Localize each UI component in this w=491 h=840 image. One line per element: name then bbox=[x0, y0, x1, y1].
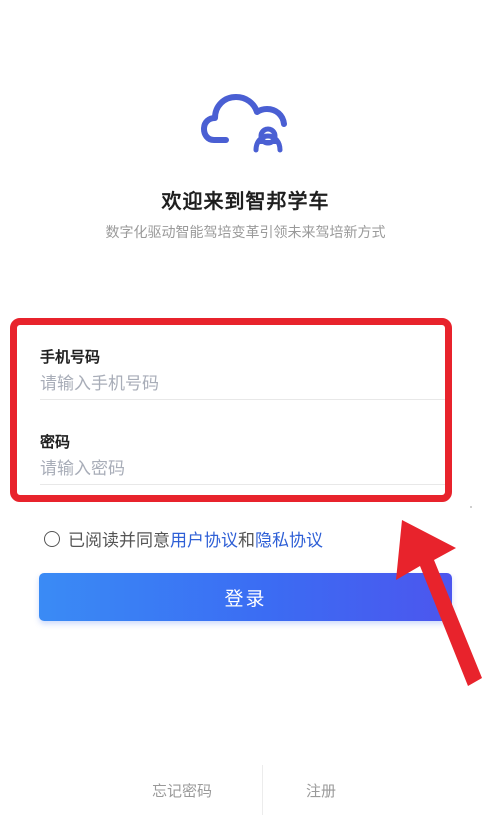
privacy-policy-link[interactable]: 隐私协议 bbox=[255, 526, 323, 551]
register-link[interactable]: 注册 bbox=[306, 780, 336, 801]
page-title: 欢迎来到智邦学车 bbox=[161, 189, 330, 213]
red-highlight-box bbox=[10, 318, 452, 502]
forgot-password-link[interactable]: 忘记密码 bbox=[152, 780, 212, 801]
red-arrow-annotation bbox=[396, 520, 482, 686]
footer-divider bbox=[262, 765, 263, 815]
agreement-connector: 和 bbox=[238, 531, 255, 551]
cloud-car-logo-icon bbox=[201, 94, 287, 153]
agreement-prefix: 已阅读并同意 bbox=[68, 531, 170, 551]
radio-unchecked-icon[interactable] bbox=[44, 530, 60, 547]
divider-dot bbox=[470, 506, 472, 508]
user-agreement-link[interactable]: 用户协议 bbox=[170, 526, 238, 551]
agreement-row: 已阅读并同意 用户协议 和 隐私协议 bbox=[44, 526, 323, 551]
page-subtitle: 数字化驱动智能驾培变革引领未来驾培新方式 bbox=[105, 225, 386, 241]
login-page: 欢迎来到智邦学车 数字化驱动智能驾培变革引领未来驾培新方式 手机号码 密码 已阅… bbox=[0, 0, 491, 840]
